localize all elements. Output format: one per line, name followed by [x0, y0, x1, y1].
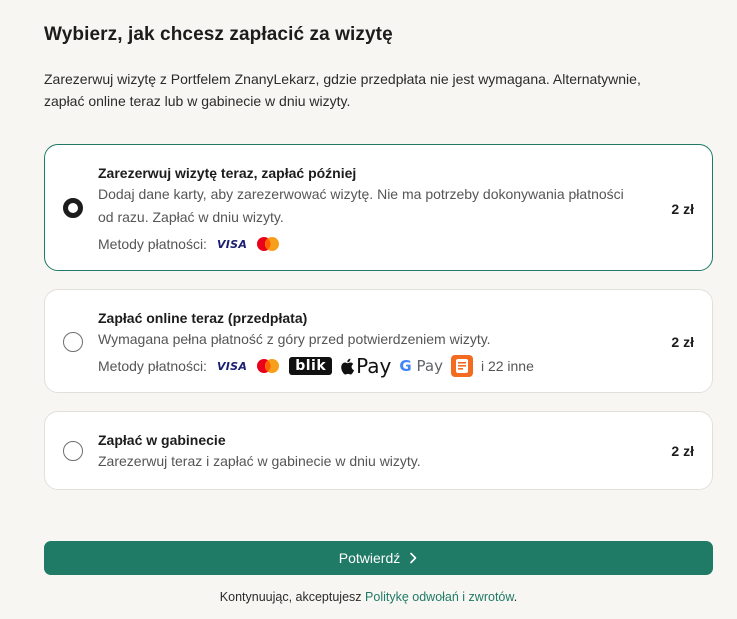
blik-logo: blik: [289, 357, 333, 375]
option-body: Zapłać online teraz (przedpłata) Wymagan…: [98, 309, 632, 378]
option-description: Zarezerwuj teraz i zapłać w gabinecie w …: [98, 453, 421, 469]
apple-pay-text: Pay: [356, 354, 392, 378]
apple-pay-logo: Pay: [340, 354, 391, 378]
page-title: Wybierz, jak chcesz zapłacić za wizytę: [44, 24, 393, 45]
przelewy24-logo: [450, 355, 473, 377]
option-description: Dodaj dane karty, aby zarezerwować wizyt…: [98, 186, 624, 225]
radio-pay-at-clinic[interactable]: [63, 441, 83, 461]
google-pay-text: Pay: [416, 357, 443, 375]
option-price: 2 zł: [671, 334, 694, 350]
payment-methods: Metody płatności: VISA: [98, 233, 632, 255]
option-description: Wymagana pełna płatność z góry przed pot…: [98, 331, 491, 347]
option-title: Zapłać online teraz (przedpłata): [98, 310, 308, 326]
payment-methods-label: Metody płatności:: [98, 358, 207, 374]
payment-option-pay-later[interactable]: Zarezerwuj wizytę teraz, zapłać później …: [44, 144, 713, 271]
google-g-icon: G: [399, 357, 412, 375]
payment-methods: Metody płatności: VISA blik Pay G Pay i …: [98, 354, 632, 378]
radio-pay-online[interactable]: [63, 332, 83, 352]
mastercard-logo: [257, 237, 280, 251]
visa-logo: VISA: [216, 359, 248, 373]
footer-prefix: Kontynuując, akceptujesz: [219, 590, 362, 604]
mastercard-logo: [257, 359, 280, 373]
page-subtitle: Zarezerwuj wizytę z Portfelem ZnanyLekar…: [44, 71, 641, 109]
payment-methods-label: Metody płatności:: [98, 236, 207, 252]
option-title: Zapłać w gabinecie: [98, 432, 226, 448]
confirm-button-label: Potwierdź: [338, 550, 401, 566]
more-methods: i 22 inne: [480, 358, 534, 374]
option-price: 2 zł: [671, 201, 694, 217]
payment-method-page: Wybierz, jak chcesz zapłacić za wizytę Z…: [0, 0, 737, 619]
payment-option-pay-online[interactable]: Zapłać online teraz (przedpłata) Wymagan…: [44, 289, 713, 393]
confirm-button[interactable]: Potwierdź: [44, 541, 713, 575]
option-body: Zapłać w gabinecie Zarezerwuj teraz i za…: [98, 431, 632, 473]
footer-suffix: .: [513, 590, 518, 604]
google-pay-logo: G Pay: [399, 357, 443, 375]
chevron-right-icon: [410, 552, 417, 564]
payment-option-pay-at-clinic[interactable]: Zapłać w gabinecie Zarezerwuj teraz i za…: [44, 411, 713, 490]
visa-logo: VISA: [216, 237, 248, 251]
option-title: Zarezerwuj wizytę teraz, zapłać później: [98, 165, 357, 181]
apple-icon: [341, 358, 355, 374]
terms-footer: Kontynuując, akceptujesz Politykę odwoła…: [0, 590, 737, 604]
option-body: Zarezerwuj wizytę teraz, zapłać później …: [98, 164, 632, 255]
radio-pay-later[interactable]: [63, 198, 83, 218]
refund-policy-link[interactable]: Politykę odwołań i zwrotów: [365, 590, 514, 604]
option-price: 2 zł: [671, 443, 694, 459]
